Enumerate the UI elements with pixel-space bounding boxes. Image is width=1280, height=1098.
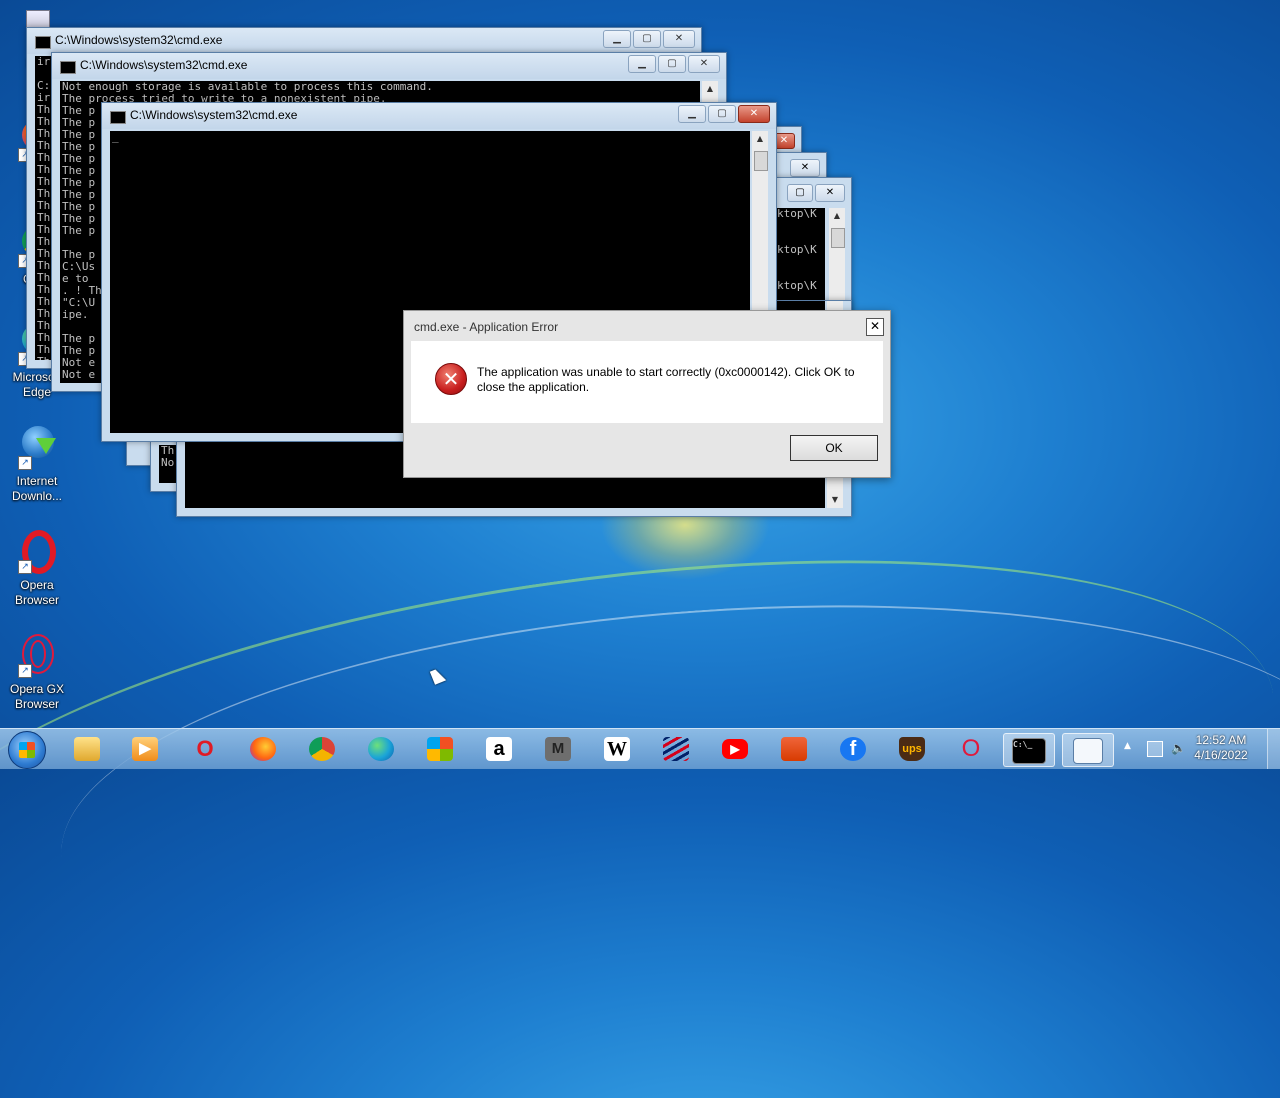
clock-time: 12:52 AM xyxy=(1195,733,1247,747)
scroll-thumb[interactable] xyxy=(754,151,768,171)
desktop-icon-internet-download-manager[interactable]: ↗ Internet Downlo... xyxy=(4,424,70,504)
amazon-icon: a xyxy=(486,737,512,761)
start-button[interactable] xyxy=(8,731,46,769)
maximize-button[interactable]: ▢ xyxy=(658,55,686,73)
cmd-icon: C:\_ xyxy=(1012,738,1046,764)
ups-icon: ups xyxy=(899,737,925,761)
store-bag-icon xyxy=(427,737,453,761)
window-icon xyxy=(1073,738,1103,764)
clock[interactable]: 12:52 AM 4/16/2022 xyxy=(1186,733,1256,763)
office-icon xyxy=(781,737,807,761)
title-bar[interactable]: C:\Windows\system32\cmd.exe ▁ ▢ ✕ xyxy=(52,53,726,79)
taskbar-item-opera[interactable]: O xyxy=(188,733,222,765)
taskbar-item-chrome[interactable] xyxy=(305,733,339,765)
desktop-icon-opera[interactable]: ↗ Opera Browser xyxy=(4,528,70,608)
opera-gx-icon: ↗ xyxy=(14,632,60,678)
window-title: C:\Windows\system32\cmd.exe xyxy=(80,58,248,72)
wikipedia-icon: W xyxy=(604,737,630,761)
show-hidden-icons-chevron-up-icon[interactable]: ▲ xyxy=(1124,741,1138,755)
dialog-title-bar[interactable]: cmd.exe - Application Error ✕ xyxy=(404,311,890,341)
shortcut-arrow-icon: ↗ xyxy=(18,560,32,574)
taskbar-item-office[interactable] xyxy=(777,733,811,765)
taskbar-item-facebook[interactable]: f xyxy=(836,733,870,765)
facebook-icon: f xyxy=(840,737,866,761)
shortcut-arrow-icon: ↗ xyxy=(18,456,32,470)
dialog-body: ✕ The application was unable to start co… xyxy=(411,341,883,423)
minimize-button[interactable]: ▁ xyxy=(678,105,706,123)
internet-download-manager-icon: ↗ xyxy=(14,424,60,470)
window-title: C:\Windows\system32\cmd.exe xyxy=(130,108,298,122)
close-button[interactable]: ✕ xyxy=(688,55,720,73)
cmd-icon xyxy=(110,111,126,124)
taskbar-item-firefox[interactable] xyxy=(246,733,280,765)
dialog-close-button[interactable]: ✕ xyxy=(866,318,884,336)
scroll-up-icon[interactable]: ▲ xyxy=(829,208,845,224)
mouse-cursor-icon xyxy=(429,667,447,685)
title-bar[interactable]: C:\Windows\system32\cmd.exe ▁ ▢ ✕ xyxy=(102,103,776,129)
cmd-icon xyxy=(60,61,76,74)
maximize-button[interactable]: ▢ xyxy=(633,30,661,48)
desktop-icon-label: Internet Downlo... xyxy=(11,474,63,503)
minimize-button[interactable]: ▁ xyxy=(628,55,656,73)
windows-logo-icon xyxy=(19,742,35,758)
wallpaper-swoosh-light xyxy=(47,565,1280,1057)
taskbar-item-notepad-window[interactable] xyxy=(1062,733,1114,767)
close-button[interactable]: ✕ xyxy=(738,105,770,123)
folder-icon xyxy=(74,737,100,761)
firefox-icon xyxy=(250,737,276,761)
dialog-title: cmd.exe - Application Error xyxy=(414,320,559,334)
show-desktop-button[interactable] xyxy=(1267,729,1280,769)
window-title: C:\Windows\system32\cmd.exe xyxy=(55,33,223,47)
taskbar-item-microsoft-store[interactable] xyxy=(423,733,457,765)
close-button[interactable]: ✕ xyxy=(790,159,820,177)
taskbar-item-opera-gx[interactable]: O xyxy=(954,733,988,765)
application-error-dialog[interactable]: cmd.exe - Application Error ✕ ✕ The appl… xyxy=(403,310,891,478)
scroll-thumb[interactable] xyxy=(831,228,845,248)
m-app-icon: M xyxy=(545,737,571,761)
ok-button[interactable]: OK xyxy=(790,435,878,461)
taskbar-item-ups[interactable]: ups xyxy=(895,733,929,765)
opera-icon: ↗ xyxy=(14,528,60,574)
close-button[interactable]: ✕ xyxy=(815,184,845,202)
cmd-icon xyxy=(35,36,51,49)
minimize-button[interactable]: ▁ xyxy=(603,30,631,48)
youtube-icon: ▶ xyxy=(722,739,748,759)
taskbar-item-cmd[interactable]: C:\_ xyxy=(1003,733,1055,767)
bank-of-america-icon xyxy=(663,737,689,761)
cmd-window-right-3[interactable]: ▢ ✕ ktop\K ktop\K ktop\K ▲ xyxy=(770,177,852,319)
opera-gx-icon: O xyxy=(961,735,981,762)
error-message: The application was unable to start corr… xyxy=(477,365,855,394)
taskbar-item-m-app[interactable]: M xyxy=(541,733,575,765)
desktop-icon-label: Opera Browser xyxy=(14,578,59,607)
taskbar: ▶ O a M W ▶ f ups O C:\_ ▲ 🔈 12:52 AM 4/… xyxy=(0,728,1280,769)
network-icon[interactable] xyxy=(1147,741,1163,757)
volume-muted-icon[interactable]: 🔈 xyxy=(1171,741,1186,755)
clock-date: 4/16/2022 xyxy=(1194,748,1248,762)
maximize-button[interactable]: ▢ xyxy=(787,184,813,202)
scroll-up-icon[interactable]: ▲ xyxy=(752,131,768,147)
chrome-icon xyxy=(309,737,335,761)
shortcut-arrow-icon: ↗ xyxy=(18,664,32,678)
media-player-icon: ▶ xyxy=(132,737,158,761)
close-button[interactable]: ✕ xyxy=(663,30,695,48)
taskbar-item-youtube[interactable]: ▶ xyxy=(718,733,752,765)
maximize-button[interactable]: ▢ xyxy=(708,105,736,123)
taskbar-item-amazon[interactable]: a xyxy=(482,733,516,765)
desktop-icon-label: Opera GX Browser xyxy=(9,682,65,711)
taskbar-item-media-player[interactable]: ▶ xyxy=(128,733,162,765)
taskbar-item-file-explorer[interactable] xyxy=(70,733,104,765)
scroll-up-icon[interactable]: ▲ xyxy=(702,81,718,97)
desktop-icon-opera-gx[interactable]: ↗ Opera GX Browser xyxy=(4,632,70,712)
error-icon: ✕ xyxy=(435,363,467,395)
edge-icon xyxy=(368,737,394,761)
taskbar-item-bank-of-america[interactable] xyxy=(659,733,693,765)
taskbar-item-wikipedia[interactable]: W xyxy=(600,733,634,765)
opera-icon: O xyxy=(196,736,214,761)
taskbar-item-edge[interactable] xyxy=(364,733,398,765)
scroll-down-icon[interactable]: ▼ xyxy=(827,492,843,508)
wallpaper-swoosh xyxy=(0,484,1280,1098)
title-bar[interactable]: C:\Windows\system32\cmd.exe ▁ ▢ ✕ xyxy=(27,28,701,54)
